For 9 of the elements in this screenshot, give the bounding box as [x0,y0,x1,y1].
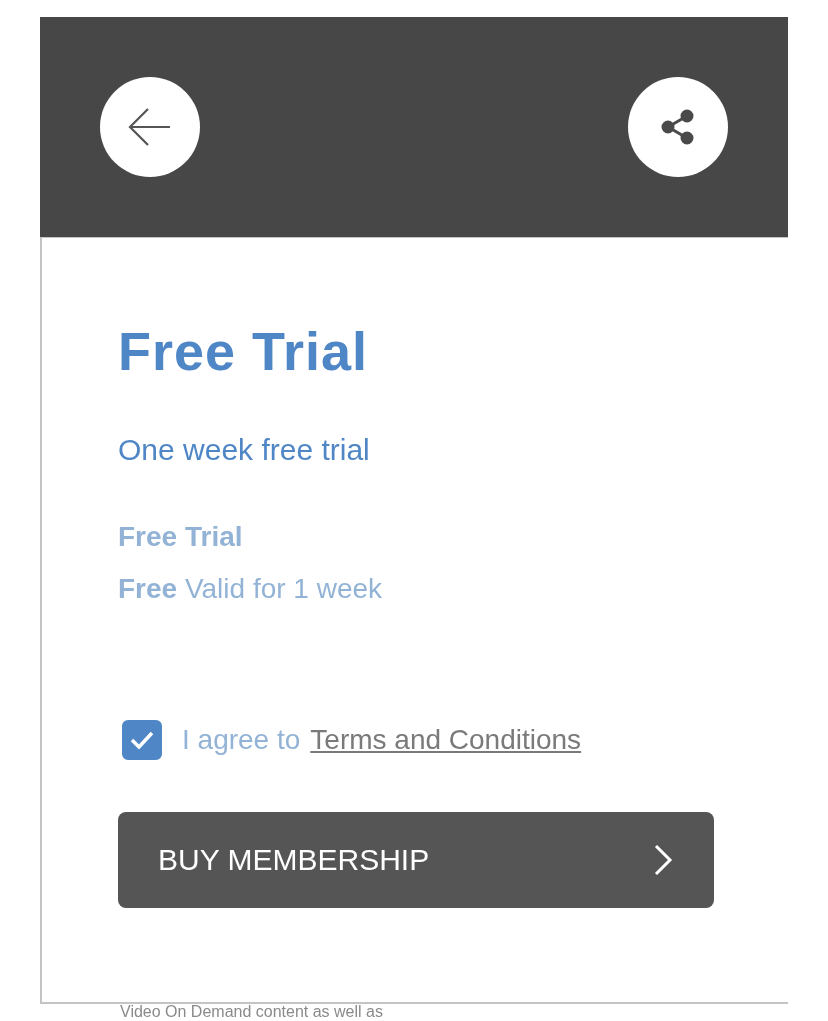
plan-price: Free Valid for 1 week [118,572,384,606]
content-text: Video On Demand content as well as [120,1004,384,1020]
agree-label: I agree to [182,724,301,756]
buy-membership-button[interactable]: BUY MEMBERSHIP [118,812,714,908]
plan-title: Free Trial [118,320,370,382]
terms-link[interactable]: Terms and Conditions [310,724,582,756]
plan-description: One week free trial [118,432,371,468]
plan-name: Free Trial [118,520,244,554]
agree-checkbox[interactable] [122,720,162,760]
